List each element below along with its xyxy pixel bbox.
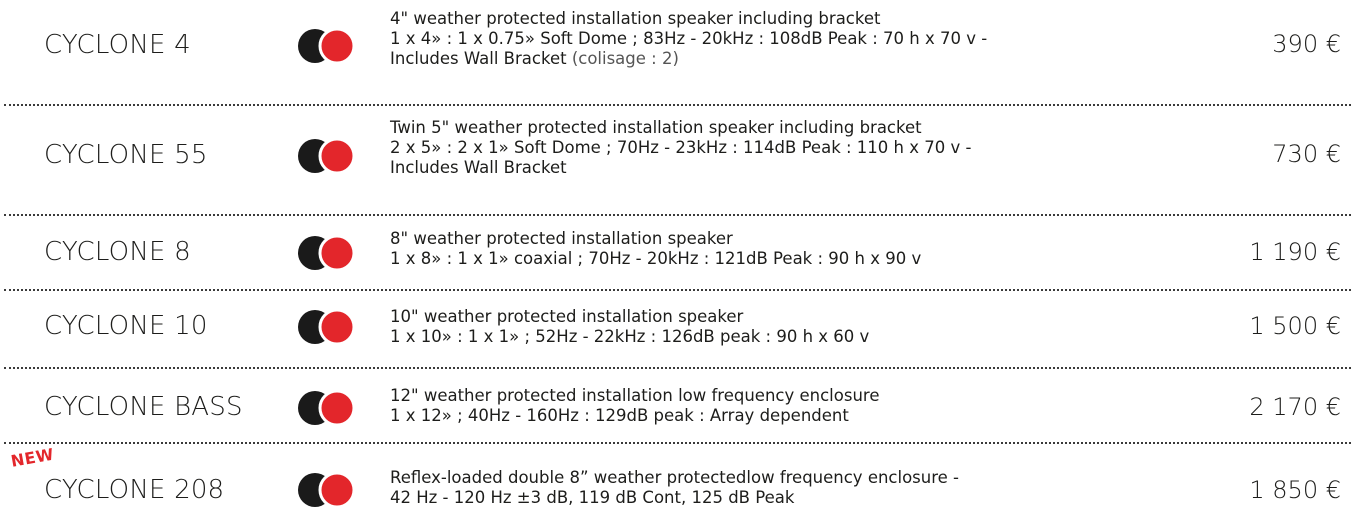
- product-row-cyclone-55: CYCLONE 55 Twin 5" weather protected ins…: [0, 110, 1355, 216]
- row-divider: [4, 104, 1351, 106]
- red-color-dot: [318, 309, 356, 345]
- product-price: 2 170 €: [1249, 393, 1341, 421]
- color-options-icon: [298, 235, 356, 271]
- red-color-dot: [318, 390, 356, 426]
- description-title: 10" weather protected installation speak…: [390, 307, 744, 326]
- product-name: CYCLONE 8: [44, 237, 191, 267]
- product-name: CYCLONE BASS: [44, 392, 243, 422]
- product-row-cyclone-208: CYCLONE 208 Reflex-loaded double 8” weat…: [0, 444, 1355, 511]
- product-name: CYCLONE 4: [44, 30, 191, 60]
- description-title: 12" weather protected installation low f…: [390, 386, 880, 405]
- product-description: 12" weather protected installation low f…: [390, 386, 1210, 426]
- description-specs: 1 x 12» ; 40Hz - 160Hz : 129dB peak : Ar…: [390, 406, 849, 425]
- color-options-icon: [298, 472, 356, 508]
- product-row-cyclone-4: CYCLONE 4 4" weather protected installat…: [0, 0, 1355, 110]
- product-row-cyclone-10: CYCLONE 10 10" weather protected install…: [0, 291, 1355, 367]
- color-options-icon: [298, 138, 356, 174]
- product-description: 4" weather protected installation speake…: [390, 9, 1210, 69]
- description-specs: 2 x 5» : 2 x 1» Soft Dome ; 70Hz - 23kHz…: [390, 138, 972, 157]
- packaging-note: (colisage : 2): [571, 49, 679, 68]
- red-color-dot: [318, 28, 356, 64]
- description-title: 4" weather protected installation speake…: [390, 9, 881, 28]
- product-row-cyclone-bass: CYCLONE BASS 12" weather protected insta…: [0, 369, 1355, 441]
- description-specs: 1 x 10» : 1 x 1» ; 52Hz - 22kHz : 126dB …: [390, 327, 870, 346]
- description-extra: Includes Wall Bracket: [390, 158, 567, 177]
- product-name: CYCLONE 10: [44, 311, 208, 341]
- product-price: 1 850 €: [1249, 476, 1341, 504]
- product-row-cyclone-8: CYCLONE 8 8" weather protected installat…: [0, 216, 1355, 290]
- product-price: 1 500 €: [1249, 312, 1341, 340]
- red-color-dot: [318, 235, 356, 271]
- description-title: Reflex-loaded double 8” weather protecte…: [390, 468, 960, 487]
- color-options-icon: [298, 309, 356, 345]
- color-options-icon: [298, 28, 356, 64]
- description-bracket: Includes Wall Bracket: [390, 49, 567, 68]
- description-specs: 1 x 8» : 1 x 1» coaxial ; 70Hz - 20kHz :…: [390, 249, 922, 268]
- product-name: CYCLONE 208: [44, 475, 225, 505]
- product-price: 1 190 €: [1249, 238, 1341, 266]
- description-specs: 42 Hz - 120 Hz ±3 dB, 119 dB Cont, 125 d…: [390, 488, 795, 507]
- product-description: 10" weather protected installation speak…: [390, 307, 1210, 347]
- color-options-icon: [298, 390, 356, 426]
- description-title: Twin 5" weather protected installation s…: [390, 118, 922, 137]
- product-price: 730 €: [1272, 140, 1341, 168]
- product-description: Reflex-loaded double 8” weather protecte…: [390, 468, 1210, 508]
- product-name: CYCLONE 55: [44, 140, 208, 170]
- red-color-dot: [318, 472, 356, 508]
- product-description: Twin 5" weather protected installation s…: [390, 118, 1210, 178]
- description-specs: 1 x 4» : 1 x 0.75» Soft Dome ; 83Hz - 20…: [390, 29, 988, 48]
- product-description: 8" weather protected installation speake…: [390, 229, 1210, 269]
- description-extra: Includes Wall Bracket (colisage : 2): [390, 49, 1210, 69]
- description-title: 8" weather protected installation speake…: [390, 229, 733, 248]
- product-price: 390 €: [1272, 30, 1341, 58]
- red-color-dot: [318, 138, 356, 174]
